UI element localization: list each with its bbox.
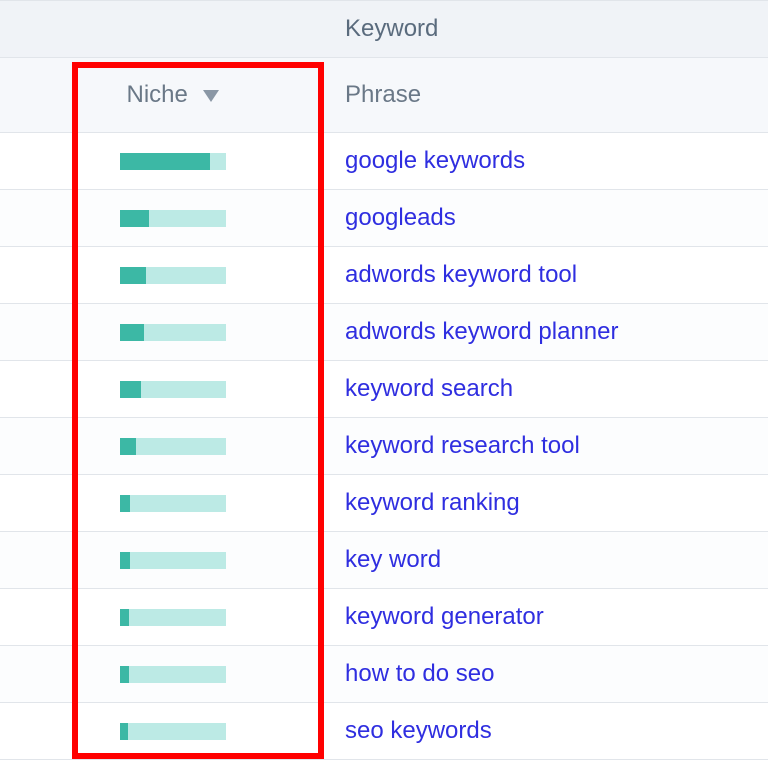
header-row-columns: Niche Phrase <box>0 58 768 133</box>
keyword-link[interactable]: googleads <box>335 204 768 232</box>
table-row: google keywords <box>0 133 768 190</box>
keyword-link[interactable]: seo keywords <box>335 717 768 745</box>
niche-bar <box>120 495 226 512</box>
table-row: googleads <box>0 190 768 247</box>
keyword-link[interactable]: keyword search <box>335 375 768 403</box>
niche-cell <box>10 361 335 418</box>
keyword-link[interactable]: key word <box>335 546 768 574</box>
niche-bar <box>120 324 226 341</box>
keyword-table-viewport: { "headers": { "group": "Keyword", "nich… <box>0 0 768 761</box>
niche-bar <box>120 723 226 740</box>
niche-cell <box>10 133 335 190</box>
keyword-table: Keyword Niche Phrase google keywords goog… <box>0 0 768 760</box>
phrase-cell: adwords keyword planner <box>335 304 768 361</box>
niche-bar <box>120 210 226 227</box>
keyword-link[interactable]: how to do seo <box>335 660 768 688</box>
niche-bar-fill <box>120 609 130 626</box>
keyword-link[interactable]: keyword ranking <box>335 489 768 517</box>
niche-bar-fill <box>120 723 128 740</box>
niche-bar <box>120 267 226 284</box>
niche-bar-fill <box>120 210 150 227</box>
table-row: keyword research tool <box>0 418 768 475</box>
niche-cell <box>10 247 335 304</box>
niche-bar-fill <box>120 666 130 683</box>
phrase-cell: adwords keyword tool <box>335 247 768 304</box>
table-row: adwords keyword planner <box>0 304 768 361</box>
niche-cell <box>10 532 335 589</box>
table-row: keyword generator <box>0 589 768 646</box>
column-label-niche: Niche <box>126 81 187 108</box>
sort-desc-icon <box>203 81 219 109</box>
niche-bar <box>120 438 226 455</box>
header-row-group: Keyword <box>0 1 768 58</box>
niche-bar-fill <box>120 438 137 455</box>
table-row: keyword ranking <box>0 475 768 532</box>
phrase-cell: keyword generator <box>335 589 768 646</box>
niche-bar-fill <box>120 381 141 398</box>
niche-cell <box>10 646 335 703</box>
phrase-cell: keyword search <box>335 361 768 418</box>
niche-bar <box>120 381 226 398</box>
niche-bar <box>120 666 226 683</box>
table-row: keyword search <box>0 361 768 418</box>
table-row: adwords keyword tool <box>0 247 768 304</box>
keyword-link[interactable]: adwords keyword planner <box>335 318 768 346</box>
niche-bar <box>120 552 226 569</box>
phrase-cell: googleads <box>335 190 768 247</box>
niche-bar <box>120 609 226 626</box>
phrase-cell: keyword research tool <box>335 418 768 475</box>
phrase-cell: how to do seo <box>335 646 768 703</box>
column-header-niche[interactable]: Niche <box>10 58 335 133</box>
table-row: key word <box>0 532 768 589</box>
niche-cell <box>10 190 335 247</box>
niche-bar-fill <box>120 495 131 512</box>
niche-cell <box>10 589 335 646</box>
phrase-cell: seo keywords <box>335 703 768 760</box>
niche-bar-fill <box>120 552 131 569</box>
keyword-link[interactable]: adwords keyword tool <box>335 261 768 289</box>
phrase-cell: keyword ranking <box>335 475 768 532</box>
column-header-phrase[interactable]: Phrase <box>335 58 768 133</box>
niche-cell <box>10 703 335 760</box>
niche-cell <box>10 418 335 475</box>
table-row: seo keywords <box>0 703 768 760</box>
table-row: how to do seo <box>0 646 768 703</box>
column-group-keyword[interactable]: Keyword <box>335 1 768 58</box>
niche-bar-fill <box>120 267 147 284</box>
niche-bar-fill <box>120 153 210 170</box>
niche-cell <box>10 475 335 532</box>
phrase-cell: google keywords <box>335 133 768 190</box>
niche-cell <box>10 304 335 361</box>
keyword-link[interactable]: keyword generator <box>335 603 768 631</box>
niche-bar <box>120 153 226 170</box>
keyword-link[interactable]: keyword research tool <box>335 432 768 460</box>
niche-bar-fill <box>120 324 144 341</box>
phrase-cell: key word <box>335 532 768 589</box>
keyword-link[interactable]: google keywords <box>335 147 768 175</box>
